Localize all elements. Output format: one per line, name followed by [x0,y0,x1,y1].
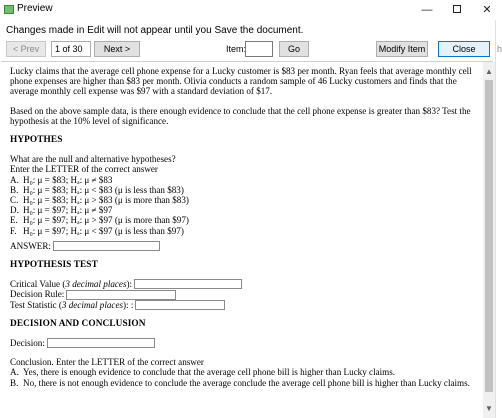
hypothesis-option: E. H₀: μ = $97; Hₐ: μ > $97 (μ is more th… [10,215,189,226]
critical-value-label: Critical Value ( [10,279,66,290]
question-content: Lucky claims that the average cell phone… [10,66,476,388]
test-statistic-hint: 3 decimal places [61,299,124,310]
hypothesis-option: D. H₀: μ = $97; Hₐ: μ ≠ $97 [10,205,113,216]
minimize-button[interactable]: — [412,0,442,20]
conclusion-option: A. Yes, there is enough evidence to concl… [10,367,396,378]
page-indicator[interactable]: 1 of 30 [51,41,91,57]
hypotheses-heading: HYPOTHES [10,135,63,146]
hypothesis-option: B. H₀: μ = $83; Hₐ: μ < $83 (μ is less th… [10,184,184,195]
scrollbar-thumb[interactable] [485,80,493,392]
conclusion-option: B. No, there is not enough evidence to co… [10,377,470,388]
decision-row: Decision: [10,338,476,349]
next-button[interactable]: Next > [94,41,140,57]
prev-button[interactable]: < Prev [6,41,46,57]
hypothesis-option: C. H₀: μ = $83; Hₐ: μ > $83 (μ is more th… [10,195,189,206]
problem-intro: Lucky claims that the average cell phone… [10,66,472,97]
close-button[interactable]: Close [438,41,490,57]
critical-value-hint: 3 decimal places [65,279,127,290]
window-title: Preview [17,3,53,14]
item-input[interactable] [245,41,273,57]
item-label: Item: [226,44,247,54]
critical-value-row: Critical Value (3 decimal places): [10,279,476,290]
critical-value-input[interactable] [134,279,243,290]
title-bar: Preview — ✕ [0,0,502,20]
problem-question: Based on the above sample data, is there… [10,105,471,126]
go-button[interactable]: Go [279,41,309,57]
window-close-button[interactable]: ✕ [472,0,502,20]
minimize-icon: — [421,4,433,16]
scroll-down-icon[interactable]: ▼ [485,404,493,413]
decision-label: Decision: [10,338,45,349]
app-icon [4,5,14,14]
answer-row: ANSWER: [10,241,476,251]
decision-input[interactable] [46,338,155,349]
decision-rule-row: Decision Rule: [10,289,476,300]
close-icon: ✕ [482,4,492,16]
hypotheses-prompt: What are the null and alternative hypoth… [10,154,176,165]
conclusion-prompt: Conclusion. Enter the LETTER of the corr… [10,357,204,368]
test-statistic-label: Test Statistic ( [10,299,62,310]
toolbar: < Prev 1 of 30 Next > Item: Go Modify It… [0,38,502,60]
hypothesis-test-heading: HYPOTHESIS TEST [10,260,98,271]
question-content-pane: Lucky claims that the average cell phone… [1,61,493,418]
hypothesis-option: A. H₀: μ = $83; Hₐ: μ ≠ $83 [10,174,113,185]
maximize-button[interactable] [442,0,472,20]
decision-rule-label: Decision Rule: [10,289,65,300]
answer-label: ANSWER: [10,240,51,251]
decision-rule-input[interactable] [66,289,177,300]
edit-notice: Changes made in Edit will not appear unt… [6,25,304,36]
vertical-scrollbar[interactable]: ▲ ▼ [483,62,495,418]
scroll-up-icon[interactable]: ▲ [485,67,493,76]
hypotheses-instruction: Enter the LETTER of the correct answer [10,164,158,175]
decision-heading: DECISION AND CONCLUSION [10,318,146,329]
background-window-edge: h [495,20,502,418]
hypothesis-option: F. H₀: μ = $97; Hₐ: μ < $97 (μ is less th… [10,225,184,236]
test-statistic-input[interactable] [135,299,226,310]
test-statistic-row: Test Statistic (3 decimal places): : [10,300,476,310]
background-window-text: h [497,44,502,54]
modify-item-button[interactable]: Modify Item [376,41,428,57]
maximize-icon [453,5,461,14]
answer-input[interactable] [52,240,160,251]
